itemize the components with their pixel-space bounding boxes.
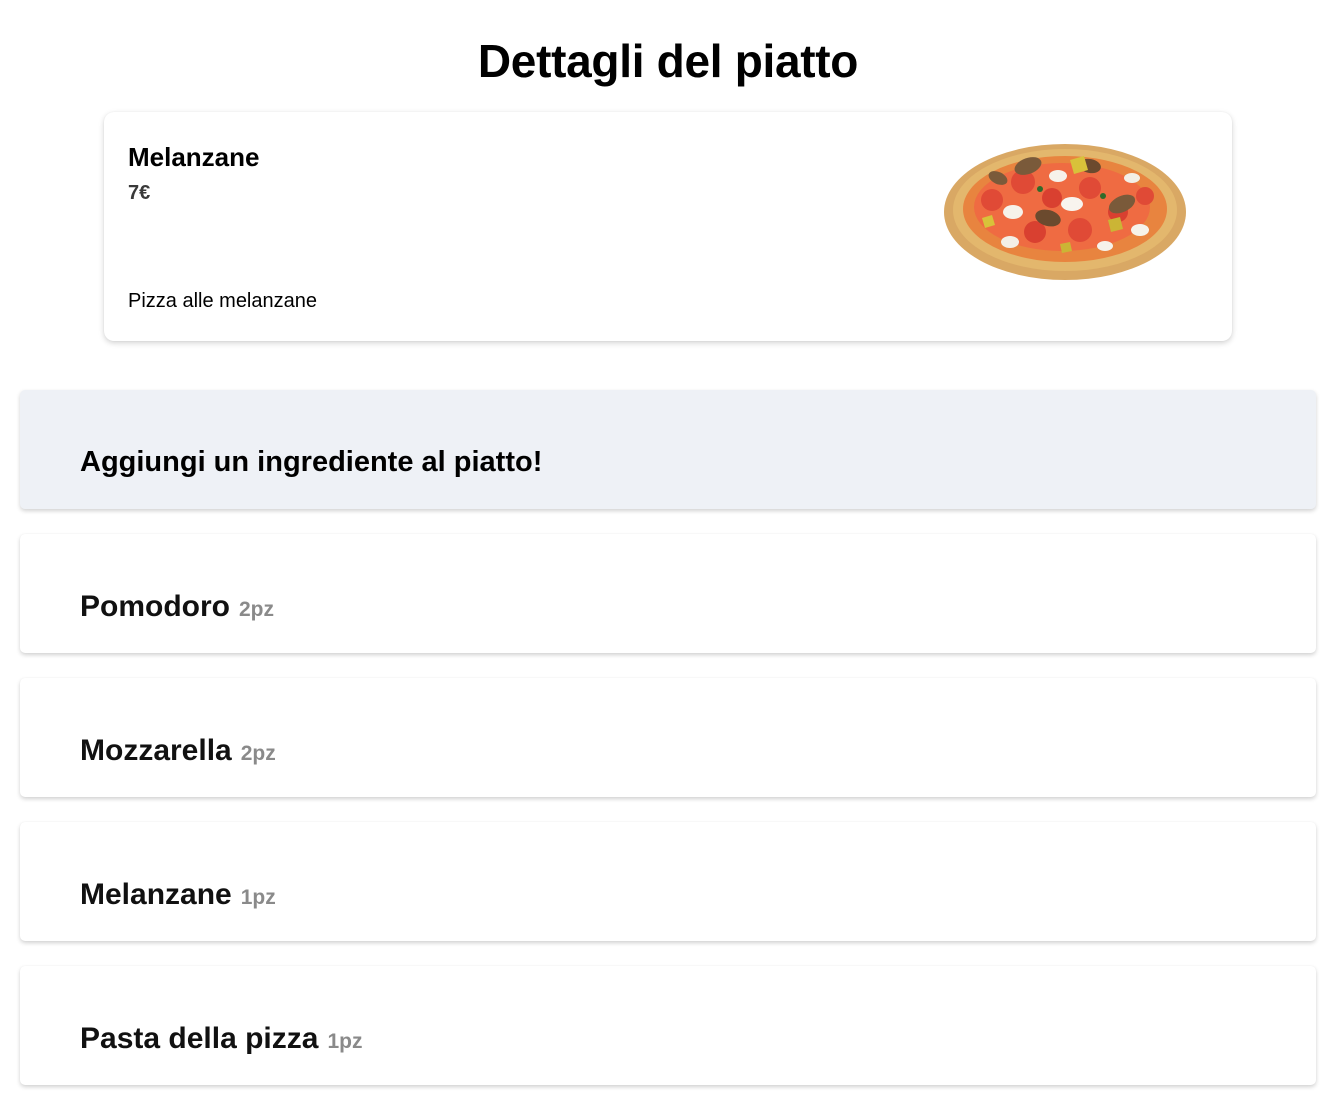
ingredient-name: Pasta della pizza bbox=[80, 1022, 319, 1055]
add-ingredient-label: Aggiungi un ingrediente al piatto! bbox=[80, 446, 543, 478]
ingredient-quantity: 2pz bbox=[239, 598, 275, 621]
ingredient-name: Mozzarella bbox=[80, 734, 232, 767]
ingredient-text: Pasta della pizza 1pz bbox=[80, 1021, 362, 1062]
ingredient-quantity: 1pz bbox=[240, 886, 276, 909]
dish-card: Melanzane 7€ Pizza alle melanzane bbox=[104, 112, 1232, 341]
ingredient-quantity: 2pz bbox=[240, 742, 276, 765]
ingredient-row-mozzarella[interactable]: Mozzarella 2pz bbox=[20, 678, 1316, 797]
ingredient-quantity: 1pz bbox=[327, 1030, 363, 1053]
dish-name: Melanzane bbox=[128, 142, 260, 172]
dish-price: 7€ bbox=[128, 182, 151, 204]
ingredient-row-pomodoro[interactable]: Pomodoro 2pz bbox=[20, 534, 1316, 653]
pizza-image bbox=[944, 144, 1186, 280]
ingredient-text: Mozzarella 2pz bbox=[80, 733, 276, 774]
ingredient-name: Pomodoro bbox=[80, 590, 230, 623]
ingredient-row-pasta-della-pizza[interactable]: Pasta della pizza 1pz bbox=[20, 966, 1316, 1085]
add-ingredient-button[interactable]: Aggiungi un ingrediente al piatto! bbox=[20, 390, 1316, 509]
dish-description: Pizza alle melanzane bbox=[128, 290, 317, 312]
ingredient-text: Pomodoro 2pz bbox=[80, 589, 274, 630]
page-title: Dettagli del piatto bbox=[477, 35, 859, 87]
ingredient-row-melanzane[interactable]: Melanzane 1pz bbox=[20, 822, 1316, 941]
ingredient-name: Melanzane bbox=[80, 878, 232, 911]
ingredient-text: Melanzane 1pz bbox=[80, 877, 276, 918]
